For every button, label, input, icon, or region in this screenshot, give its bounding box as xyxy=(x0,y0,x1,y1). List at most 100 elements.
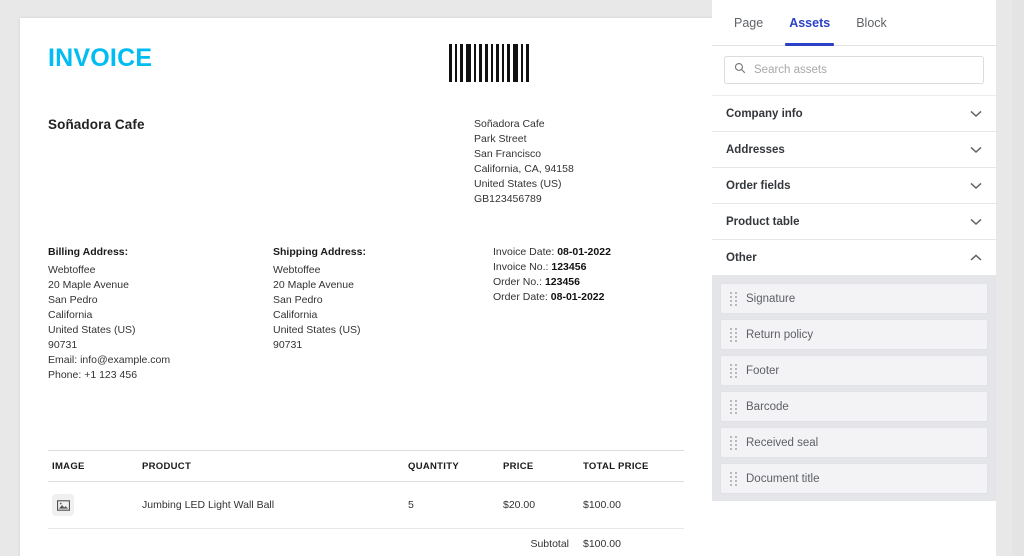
shipping-address-line: United States (US) xyxy=(273,324,361,336)
company-address-line: United States (US) xyxy=(474,178,562,190)
product-name-cell: Jumbing LED Light Wall Ball xyxy=(138,481,404,529)
seller-row: Soñadora Cafe Soñadora Cafe Park Street Sa… xyxy=(48,117,684,207)
billing-address-line: United States (US) xyxy=(48,324,136,336)
image-placeholder-icon xyxy=(52,494,74,516)
barcode-bar xyxy=(474,44,476,82)
company-address-line: Park Street xyxy=(474,133,527,145)
asset-item-label: Footer xyxy=(746,364,780,377)
barcode-bar xyxy=(466,44,471,82)
table-column-header: IMAGE xyxy=(48,450,138,482)
company-address-line: California, CA, 94158 xyxy=(474,163,574,175)
asset-item-document-title[interactable]: Document title xyxy=(720,463,988,494)
asset-item-footer[interactable]: Footer xyxy=(720,355,988,386)
asset-item-label: Barcode xyxy=(746,400,789,413)
drag-handle-icon[interactable] xyxy=(730,435,737,450)
barcode-bar xyxy=(485,44,488,82)
table-column-header: TOTAL PRICE xyxy=(579,450,684,482)
product-image-cell xyxy=(48,481,138,529)
billing-address-lines: Webtoffee 20 Maple Avenue San Pedro Califor… xyxy=(48,263,273,383)
chevron-up-icon xyxy=(970,249,982,267)
subtotal-spacer xyxy=(48,529,138,556)
billing-address-line: Phone: +1 123 456 xyxy=(48,369,138,381)
panel-tabs: Page Assets Block xyxy=(712,0,996,46)
right-gutter xyxy=(1012,0,1024,556)
barcode-bar xyxy=(521,44,523,82)
section-header-product-table[interactable]: Product table xyxy=(712,204,996,240)
asset-item-barcode[interactable]: Barcode xyxy=(720,391,988,422)
table-column-header: QUANTITY xyxy=(404,450,499,482)
asset-sections: Company info Addresses Order fields Product… xyxy=(712,96,996,501)
product-table-head: IMAGE PRODUCT QUANTITY PRICE TOTAL PRICE xyxy=(48,450,684,482)
billing-address-block: Billing Address: Webtoffee 20 Maple Avenu… xyxy=(48,245,273,383)
assets-panel: Page Assets Block Company info Addresses Ord… xyxy=(712,0,1024,556)
total-price-cell: $100.00 xyxy=(579,481,684,529)
barcode-bar xyxy=(502,44,504,82)
drag-handle-icon[interactable] xyxy=(730,399,737,414)
price-cell: $20.00 xyxy=(499,481,579,529)
section-header-company-info[interactable]: Company info xyxy=(712,96,996,132)
shipping-address-block: Shipping Address: Webtoffee 20 Maple Aven… xyxy=(273,245,493,383)
chevron-down-icon xyxy=(970,141,982,159)
table-header-row: IMAGE PRODUCT QUANTITY PRICE TOTAL PRICE xyxy=(48,450,684,482)
app-root: INVOICE Soñadora Cafe Soñadora Cafe Park … xyxy=(0,0,1024,556)
barcode-bar xyxy=(460,44,463,82)
billing-address-line: Email: info@example.com xyxy=(48,354,171,366)
drag-handle-icon[interactable] xyxy=(730,291,737,306)
invoice-meta-value: 08-01-2022 xyxy=(550,291,605,303)
section-header-order-fields[interactable]: Order fields xyxy=(712,168,996,204)
billing-address-line: California xyxy=(48,309,93,321)
section-title: Addresses xyxy=(726,143,785,156)
invoice-meta-row: Invoice No.: 123456 xyxy=(493,260,611,275)
asset-list: Signature Return policy Footer Barcode Recei… xyxy=(712,276,996,501)
subtotal-spacer xyxy=(138,529,404,556)
asset-item-signature[interactable]: Signature xyxy=(720,283,988,314)
barcode-bar xyxy=(479,44,482,82)
tab-assets[interactable]: Assets xyxy=(785,0,835,46)
product-table: IMAGE PRODUCT QUANTITY PRICE TOTAL PRICE Jum… xyxy=(48,450,684,556)
tab-block[interactable]: Block xyxy=(856,0,887,46)
section-title: Company info xyxy=(726,107,803,120)
invoice-meta-value: 123456 xyxy=(544,276,580,288)
section-header-addresses[interactable]: Addresses xyxy=(712,132,996,168)
section-header-other[interactable]: Other xyxy=(712,240,996,276)
search-input[interactable] xyxy=(754,64,974,76)
asset-item-return-policy[interactable]: Return policy xyxy=(720,319,988,350)
company-address-block: Soñadora Cafe Park Street San Francisco Cal… xyxy=(474,117,684,207)
search-box[interactable] xyxy=(724,56,984,84)
assets-panel-inner: Page Assets Block Company info Addresses Ord… xyxy=(712,0,996,556)
billing-address-line: Webtoffee xyxy=(48,264,96,276)
shipping-address-line: California xyxy=(273,309,318,321)
asset-item-received-seal[interactable]: Received seal xyxy=(720,427,988,458)
billing-address-line: San Pedro xyxy=(48,294,98,306)
chevron-down-icon xyxy=(970,213,982,231)
shipping-address-heading: Shipping Address: xyxy=(273,246,366,258)
drag-handle-icon[interactable] xyxy=(730,363,737,378)
quantity-cell: 5 xyxy=(404,481,499,529)
table-column-header: PRODUCT xyxy=(138,450,404,482)
billing-address-line: 20 Maple Avenue xyxy=(48,279,129,291)
table-column-header: PRICE xyxy=(499,450,579,482)
invoice-meta-label: Invoice Date: xyxy=(493,246,558,258)
company-address-line: Soñadora Cafe xyxy=(474,118,545,130)
chevron-down-icon xyxy=(970,105,982,123)
search-wrapper xyxy=(712,46,996,96)
search-icon xyxy=(734,61,746,79)
company-address-line: GB123456789 xyxy=(474,193,542,205)
company-address-line: San Francisco xyxy=(474,148,542,160)
billing-address-line: 90731 xyxy=(48,339,78,351)
subtotal-value: $100.00 xyxy=(583,538,621,550)
addresses-row: Billing Address: Webtoffee 20 Maple Avenu… xyxy=(48,245,684,383)
subtotal-spacer xyxy=(404,529,499,556)
asset-item-label: Signature xyxy=(746,292,796,305)
document-header: INVOICE xyxy=(48,44,684,82)
shipping-address-line: 20 Maple Avenue xyxy=(273,279,354,291)
shipping-address-line: Webtoffee xyxy=(273,264,321,276)
chevron-down-icon xyxy=(970,177,982,195)
drag-handle-icon[interactable] xyxy=(730,327,737,342)
drag-handle-icon[interactable] xyxy=(730,471,737,486)
asset-item-label: Received seal xyxy=(746,436,819,449)
invoice-meta-label: Order No.: xyxy=(493,276,545,288)
tab-page[interactable]: Page xyxy=(734,0,763,46)
asset-item-label: Document title xyxy=(746,472,820,485)
barcode-bar xyxy=(455,44,457,82)
